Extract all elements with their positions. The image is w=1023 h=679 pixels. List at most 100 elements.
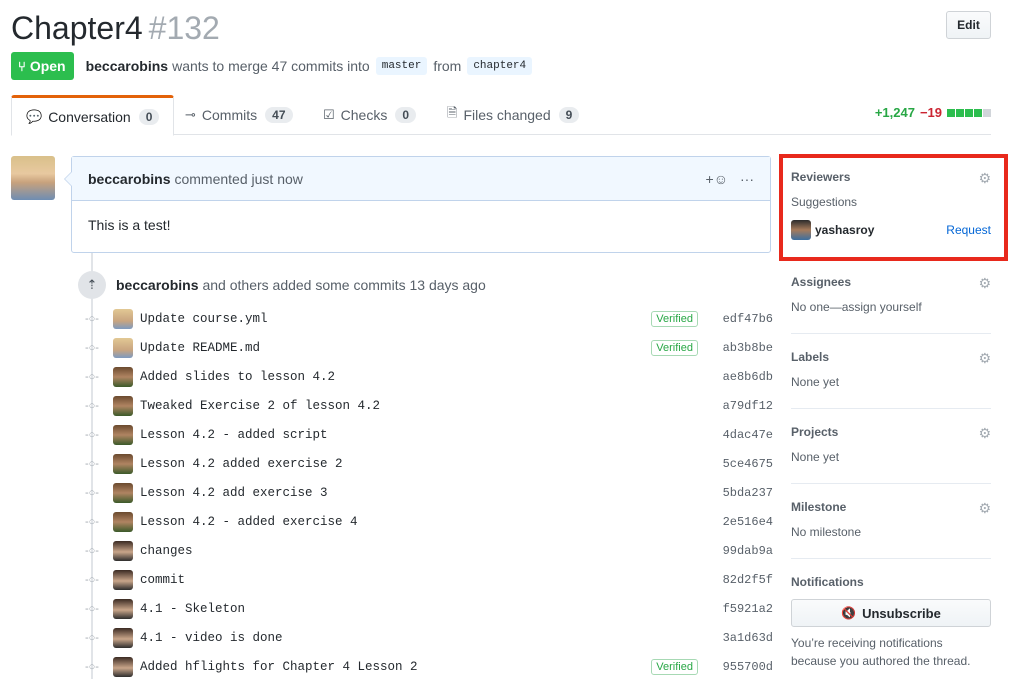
commit-row: -○- Lesson 4.2 added exercise 2 5ce4675	[85, 449, 773, 478]
checklist-icon: ☑	[323, 107, 335, 122]
commit-sha[interactable]: a79df12	[721, 399, 773, 413]
commit-row: -○- 4.1 - video is done 3a1d63d	[85, 623, 773, 652]
commit-row: -○- Update course.yml Verified edf47b6	[85, 304, 773, 333]
gear-icon[interactable]: ⚙	[978, 275, 991, 292]
commit-row: -○- Added slides to lesson 4.2 ae8b6db	[85, 362, 773, 391]
commit-author-avatar[interactable]	[113, 540, 133, 561]
tab-conversation[interactable]: 💬 Conversation 0	[11, 95, 175, 136]
git-commit-icon: -○-	[85, 428, 99, 441]
head-branch[interactable]: chapter4	[467, 57, 533, 75]
pr-title: Chapter4 #132	[11, 8, 991, 48]
commit-sha[interactable]: ab3b8be	[721, 341, 773, 355]
gear-icon[interactable]: ⚙	[978, 500, 991, 517]
commit-sha[interactable]: 3a1d63d	[721, 631, 773, 645]
commit-author-avatar[interactable]	[113, 627, 133, 648]
commit-message[interactable]: 4.1 - video is done	[140, 631, 721, 645]
commit-message[interactable]: Added slides to lesson 4.2	[140, 370, 721, 384]
commit-sha[interactable]: 2e516e4	[721, 515, 773, 529]
commit-message[interactable]: Lesson 4.2 added exercise 2	[140, 457, 721, 471]
commit-message[interactable]: Update README.md	[140, 341, 651, 355]
commit-sha[interactable]: edf47b6	[721, 312, 773, 326]
commit-message[interactable]: Lesson 4.2 - added script	[140, 428, 721, 442]
comment-author-link[interactable]: beccarobins	[88, 171, 170, 187]
commit-author-avatar[interactable]	[113, 482, 133, 503]
commit-author-avatar[interactable]	[113, 511, 133, 532]
git-pull-request-icon: ⑂	[18, 58, 26, 74]
commit-message[interactable]: commit	[140, 573, 721, 587]
diffstat-deletions: −19	[919, 105, 942, 120]
repo-push-icon: ⇡	[78, 271, 106, 299]
gear-icon[interactable]: ⚙	[978, 350, 991, 367]
commit-sha[interactable]: 82d2f5f	[721, 573, 773, 587]
verified-badge[interactable]: Verified	[651, 658, 698, 675]
git-commit-icon: -○-	[85, 515, 99, 528]
commit-author-avatar[interactable]	[113, 366, 133, 387]
milestone-value: No milestone	[791, 525, 862, 539]
commit-author-avatar[interactable]	[113, 656, 133, 677]
diffstat-block	[956, 108, 964, 117]
git-commit-icon: -○-	[85, 660, 99, 673]
verified-badge[interactable]: Verified	[651, 310, 698, 327]
comment-actions: +☺ ···	[694, 171, 754, 187]
commit-sha[interactable]: 99dab9a	[721, 544, 773, 558]
commit-author-avatar[interactable]	[113, 569, 133, 590]
comment-author-avatar[interactable]	[11, 156, 55, 200]
notifications-text: You’re receiving notifications because y…	[791, 636, 971, 668]
commit-sha[interactable]: 5ce4675	[721, 457, 773, 471]
commit-message[interactable]: 4.1 - Skeleton	[140, 602, 721, 616]
assignees-value[interactable]: No one—assign yourself	[791, 300, 991, 314]
add-reaction-icon[interactable]: +☺	[706, 171, 728, 187]
verified-badge[interactable]: Verified	[651, 339, 698, 356]
commit-group-author[interactable]: beccarobins	[116, 277, 198, 293]
commit-row: -○- Lesson 4.2 - added exercise 4 2e516e4	[85, 507, 773, 536]
sidebar-assignees: Assignees ⚙ No one—assign yourself	[791, 261, 991, 334]
git-commit-icon: -○-	[85, 370, 99, 383]
pr-title-text: Chapter4	[11, 10, 143, 46]
tab-checks[interactable]: ☑ Checks 0	[309, 95, 430, 135]
commit-author-avatar[interactable]	[113, 337, 133, 358]
tab-counter: 47	[265, 107, 293, 123]
commit-author-avatar[interactable]	[113, 598, 133, 619]
commit-message[interactable]: Update course.yml	[140, 312, 651, 326]
commit-message[interactable]: Lesson 4.2 - added exercise 4	[140, 515, 721, 529]
base-branch[interactable]: master	[375, 57, 428, 75]
tab-files-changed[interactable]: 🗎 Files changed 9	[433, 95, 593, 135]
commit-sha[interactable]: ae8b6db	[721, 370, 773, 384]
unsubscribe-button[interactable]: 🔇 Unsubscribe	[791, 599, 991, 627]
commit-author-avatar[interactable]	[113, 308, 133, 329]
file-diff-icon: 🗎	[447, 105, 458, 120]
diffstat-block	[974, 108, 982, 117]
labels-title: Labels	[791, 350, 830, 364]
commit-row: -○- Lesson 4.2 - added script 4dac47e	[85, 420, 773, 449]
kebab-horizontal-icon[interactable]: ···	[740, 171, 754, 187]
commit-sha[interactable]: 5bda237	[721, 486, 773, 500]
pr-author-link[interactable]: beccarobins	[86, 58, 168, 74]
pr-tabs: 💬 Conversation 0 ⊸ Commits 47 ☑ Checks 0…	[11, 95, 991, 136]
tab-counter: 9	[558, 107, 580, 123]
diffstat-block	[965, 108, 973, 117]
commit-sha[interactable]: f5921a2	[721, 602, 773, 616]
commit-author-avatar[interactable]	[113, 395, 133, 416]
tab-counter: 0	[395, 107, 417, 123]
commit-message[interactable]: Added hflights for Chapter 4 Lesson 2	[140, 660, 651, 674]
commit-message[interactable]: Lesson 4.2 add exercise 3	[140, 486, 721, 500]
comment-timestamp[interactable]: commented just now	[174, 171, 302, 187]
commit-author-avatar[interactable]	[113, 453, 133, 474]
comment-box: beccarobins commented just now +☺ ··· Th…	[71, 156, 771, 253]
gear-icon[interactable]: ⚙	[978, 425, 991, 442]
edit-button[interactable]: Edit	[946, 11, 991, 39]
commit-author-avatar[interactable]	[113, 424, 133, 445]
commit-message[interactable]: Tweaked Exercise 2 of lesson 4.2	[140, 399, 721, 413]
reviewers-highlight-box	[779, 154, 1008, 261]
commit-message[interactable]: changes	[140, 544, 721, 558]
comment-header: beccarobins commented just now +☺ ···	[72, 157, 770, 201]
tab-commits[interactable]: ⊸ Commits 47	[171, 95, 307, 135]
commit-sha[interactable]: 4dac47e	[721, 428, 773, 442]
commit-row: -○- Added hflights for Chapter 4 Lesson 2…	[85, 652, 773, 679]
sidebar-labels: Labels ⚙ None yet	[791, 336, 991, 409]
comment-caret-fill	[65, 172, 72, 186]
commit-sha[interactable]: 955700d	[721, 660, 773, 674]
git-commit-icon: -○-	[85, 486, 99, 499]
git-commit-icon: -○-	[85, 341, 99, 354]
commit-row: -○- Tweaked Exercise 2 of lesson 4.2 a79df…	[85, 391, 773, 420]
